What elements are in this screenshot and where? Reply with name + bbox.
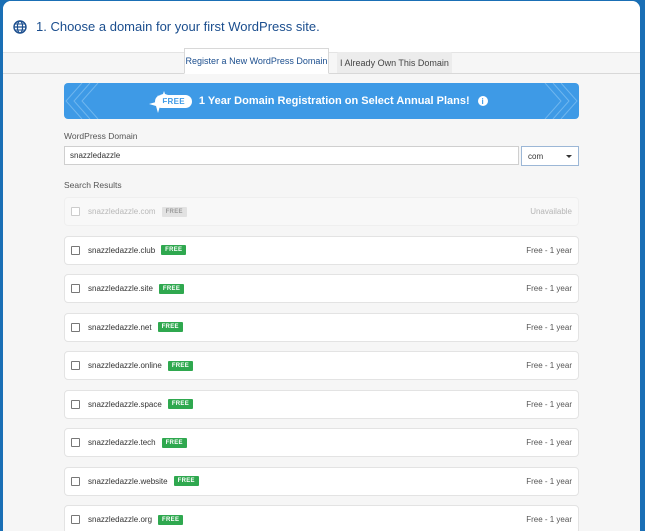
info-icon[interactable]: i xyxy=(477,96,488,106)
domain-name: snazzledazzle.com xyxy=(88,207,156,216)
domain-name: snazzledazzle.website xyxy=(88,476,168,486)
domain-checkbox[interactable] xyxy=(71,322,80,332)
chevron-down-icon xyxy=(566,154,572,158)
domain-name: snazzledazzle.site xyxy=(88,284,153,293)
tab-own-domain[interactable]: I Already Own This Domain xyxy=(337,52,452,73)
domain-result-row: snazzledazzle.com FREE Unavailable xyxy=(64,197,579,226)
domain-result-row[interactable]: snazzledazzle.space FREE Free - 1 year xyxy=(64,389,579,419)
chevron-decoration-right-icon xyxy=(544,83,578,119)
domain-name: snazzledazzle.org xyxy=(88,515,153,524)
domain-price: Free - 1 year xyxy=(526,438,572,447)
domain-card: 1. Choose a domain for your first WordPr… xyxy=(3,1,640,531)
domain-price: Free - 1 year xyxy=(526,515,572,524)
free-badge: FREE xyxy=(167,360,194,371)
promo-text: 1 Year Domain Registration on Select Ann… xyxy=(198,95,470,107)
sparkle-icon xyxy=(149,91,168,113)
domain-result-row[interactable]: snazzledazzle.net FREE Free - 1 year xyxy=(64,312,579,342)
page-title: 1. Choose a domain for your first WordPr… xyxy=(36,19,320,34)
domain-checkbox[interactable] xyxy=(71,245,80,255)
tab-register-domain[interactable]: Register a New WordPress Domain xyxy=(184,48,329,74)
domain-price: Free - 1 year xyxy=(526,399,572,409)
promo-banner: FREE 1 Year Domain Registration on Selec… xyxy=(64,83,579,119)
domain-checkbox[interactable] xyxy=(71,399,80,409)
chevron-decoration-left-icon xyxy=(65,83,99,119)
free-badge: FREE xyxy=(161,245,187,255)
tld-select[interactable]: com xyxy=(521,146,579,166)
domain-price: Free - 1 year xyxy=(526,476,572,486)
domain-name: snazzledazzle.club xyxy=(88,245,156,255)
tld-select-value: com xyxy=(528,151,544,161)
domain-name: snazzledazzle.net xyxy=(88,322,152,332)
domain-checkbox[interactable] xyxy=(71,476,80,486)
main-content: FREE 1 Year Domain Registration on Selec… xyxy=(64,83,579,531)
search-row: com xyxy=(64,146,579,166)
domain-checkbox[interactable] xyxy=(71,361,80,370)
domain-input[interactable] xyxy=(64,146,519,165)
globe-icon xyxy=(13,19,27,34)
card-header: 1. Choose a domain for your first WordPr… xyxy=(3,1,640,53)
domain-checkbox xyxy=(71,207,80,216)
domain-result-row[interactable]: snazzledazzle.website FREE Free - 1 year xyxy=(64,466,579,496)
domain-price: Free - 1 year xyxy=(526,361,572,370)
free-badge: FREE xyxy=(173,476,199,486)
free-badge: FREE xyxy=(167,399,194,409)
search-results-label: Search Results xyxy=(64,180,122,190)
free-badge: FREE xyxy=(158,514,184,525)
free-badge: FREE xyxy=(158,283,185,294)
domain-checkbox[interactable] xyxy=(71,438,80,447)
domain-result-row[interactable]: snazzledazzle.org FREE Free - 1 year xyxy=(64,505,579,531)
domain-price: Unavailable xyxy=(530,207,572,216)
domain-result-row[interactable]: snazzledazzle.tech FREE Free - 1 year xyxy=(64,428,579,457)
domain-label: WordPress Domain xyxy=(64,131,138,141)
domain-name: snazzledazzle.tech xyxy=(88,438,156,447)
domain-name: snazzledazzle.space xyxy=(88,399,162,409)
domain-price: Free - 1 year xyxy=(526,284,572,293)
domain-result-row[interactable]: snazzledazzle.site FREE Free - 1 year xyxy=(64,274,579,303)
domain-result-row[interactable]: snazzledazzle.online FREE Free - 1 year xyxy=(64,351,579,380)
domain-price: Free - 1 year xyxy=(526,245,572,255)
free-badge: FREE xyxy=(161,206,187,217)
domain-price: Free - 1 year xyxy=(526,322,572,332)
free-badge: FREE xyxy=(157,322,183,332)
domain-name: snazzledazzle.online xyxy=(88,361,162,370)
domain-checkbox[interactable] xyxy=(71,284,80,293)
domain-checkbox[interactable] xyxy=(71,515,80,524)
free-badge: FREE xyxy=(161,437,187,448)
domain-result-row[interactable]: snazzledazzle.club FREE Free - 1 year xyxy=(64,235,579,265)
tab-bar: Register a New WordPress Domain I Alread… xyxy=(3,48,640,74)
